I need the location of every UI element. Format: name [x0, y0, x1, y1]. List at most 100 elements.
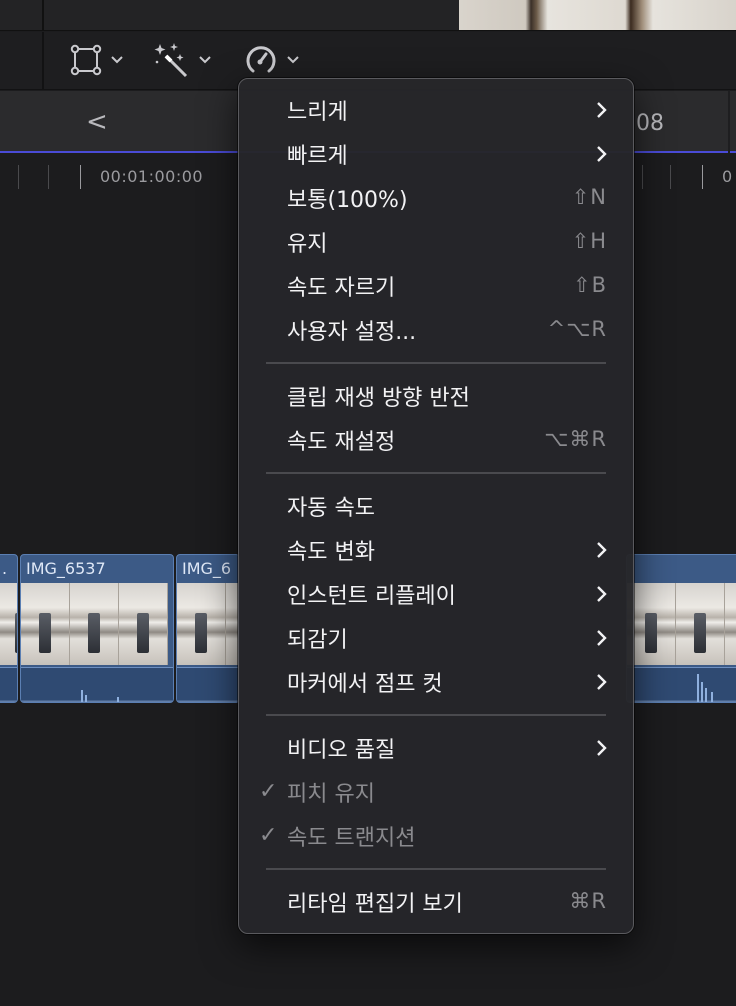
menu-separator: [239, 462, 633, 484]
ruler-timecode: 00:01:00:00: [100, 167, 204, 186]
menu-item-slow[interactable]: 느리게: [239, 88, 633, 132]
menu-item-shortcut: ⌥⌘R: [544, 427, 607, 451]
menu-item-label: 사용자 설정...: [287, 320, 417, 345]
transform-tool-button[interactable]: [70, 42, 124, 78]
menu-item-label: 빠르게: [287, 144, 348, 169]
menu-item-label: 유지: [287, 232, 328, 257]
panel-divider: [42, 32, 44, 90]
menu-item-label: 속도 자르기: [287, 276, 396, 301]
ruler-tick-major: [702, 165, 703, 189]
speedometer-icon: [246, 46, 276, 73]
timeline-clip[interactable]: [626, 554, 736, 703]
menu-item-fast[interactable]: 빠르게: [239, 132, 633, 176]
menu-item-shortcut: ⌘R: [569, 889, 607, 913]
panel-divider: [42, 0, 44, 31]
transform-icon: [70, 44, 102, 76]
menu-item-reset-speed[interactable]: 속도 재설정 ⌥⌘R: [239, 418, 633, 462]
chevron-right-icon: [597, 102, 607, 118]
menu-item-video-quality[interactable]: 비디오 품질: [239, 726, 633, 770]
clip-filmstrip: [21, 583, 173, 665]
menu-item-label: 마커에서 점프 컷: [287, 672, 443, 697]
clip-audio-waveform: [21, 667, 173, 702]
clip-filmstrip: [177, 583, 239, 665]
menu-item-reverse-clip[interactable]: 클립 재생 방향 반전: [239, 374, 633, 418]
chevron-down-icon: [111, 56, 123, 64]
clip-frame: [0, 583, 17, 665]
ruler-tick: [48, 165, 49, 189]
clip-frame: [627, 583, 676, 665]
menu-separator: [239, 704, 633, 726]
menu-item-jump-cut-at-markers[interactable]: 마커에서 점프 컷: [239, 660, 633, 704]
menu-item-shortcut: ^⌥R: [547, 317, 607, 341]
timeline-clip[interactable]: IMG_6537: [20, 554, 174, 703]
timeline-clip[interactable]: .: [0, 554, 18, 703]
menu-item-show-retime-editor[interactable]: 리타임 편집기 보기 ⌘R: [239, 880, 633, 924]
chevron-right-icon: [597, 630, 607, 646]
menu-separator: [239, 858, 633, 880]
clip-audio-waveform: [177, 667, 239, 702]
menu-item-normal-speed[interactable]: 보통(100%) ⇧N: [239, 176, 633, 220]
viewer-image: [459, 0, 736, 30]
ruler-tick-major: [80, 165, 81, 189]
timeline-timecode-label: 08: [636, 111, 664, 136]
menu-item-label: 클립 재생 방향 반전: [287, 386, 470, 411]
menu-item-shortcut: ⇧B: [572, 273, 607, 297]
clip-filmstrip: [0, 583, 17, 665]
menu-item-custom[interactable]: 사용자 설정... ^⌥R: [239, 308, 633, 352]
clip-audio-waveform: [0, 667, 17, 702]
magic-wand-icon: [154, 43, 188, 78]
menu-item-blade-speed[interactable]: 속도 자르기 ⇧B: [239, 264, 633, 308]
chevron-right-icon: [597, 740, 607, 756]
menu-item-instant-replay[interactable]: 인스턴트 리플레이: [239, 572, 633, 616]
viewer-bottom-edge: [0, 0, 736, 31]
chevron-right-icon: [597, 586, 607, 602]
menu-item-label: 비디오 품질: [287, 738, 396, 763]
chevron-right-icon: [597, 674, 607, 690]
menu-item-rewind[interactable]: 되감기: [239, 616, 633, 660]
nav-divider: [728, 91, 730, 153]
ruler-tick: [642, 165, 643, 189]
retime-tool-button[interactable]: [244, 42, 300, 78]
menu-item-label: 속도 재설정: [287, 430, 396, 455]
clip-frame: [177, 583, 226, 665]
menu-item-hold[interactable]: 유지 ⇧H: [239, 220, 633, 264]
menu-item-automatic-speed[interactable]: 자동 속도: [239, 484, 633, 528]
clip-audio-waveform: [627, 667, 736, 702]
timeline-clip[interactable]: IMG_6: [176, 554, 240, 703]
chevron-down-icon: [287, 56, 299, 64]
menu-item-label: 속도 트랜지션: [287, 826, 416, 851]
clip-frame: [119, 583, 168, 665]
menu-item-shortcut: ⇧H: [571, 229, 607, 253]
menu-item-label: 리타임 편집기 보기: [287, 892, 463, 917]
menu-item-speed-ramp[interactable]: 속도 변화: [239, 528, 633, 572]
menu-item-label: 인스턴트 리플레이: [287, 584, 456, 609]
menu-item-label: 피치 유지: [287, 782, 375, 807]
clip-label: IMG_6: [182, 559, 232, 578]
checkmark-icon: ✓: [259, 779, 278, 804]
ruler-tick: [670, 165, 671, 189]
menu-item-label: 보통(100%): [287, 188, 408, 213]
chevron-right-icon: [597, 542, 607, 558]
menu-item-label: 자동 속도: [287, 496, 375, 521]
ruler-timecode: 0: [722, 167, 733, 186]
menu-item-label: 속도 변화: [287, 540, 375, 565]
chevron-right-icon: [597, 146, 607, 162]
clip-label: .: [2, 559, 8, 578]
menu-item-speed-transitions[interactable]: ✓ 속도 트랜지션: [239, 814, 633, 858]
menu-item-preserve-pitch[interactable]: ✓ 피치 유지: [239, 770, 633, 814]
menu-item-label: 되감기: [287, 628, 348, 653]
menu-item-label: 느리게: [287, 100, 348, 125]
menu-separator: [239, 352, 633, 374]
enhance-tool-button[interactable]: [154, 42, 212, 78]
back-button[interactable]: <: [86, 107, 108, 137]
ruler-tick: [18, 165, 19, 189]
checkmark-icon: ✓: [259, 823, 278, 848]
retime-context-menu: 느리게 빠르게 보통(100%) ⇧N 유지 ⇧H 속도 자르기 ⇧B 사용자 …: [238, 78, 634, 934]
chevron-down-icon: [199, 56, 211, 64]
clip-frame: [725, 583, 736, 665]
menu-item-shortcut: ⇧N: [571, 185, 607, 209]
clip-frame: [21, 583, 70, 665]
clip-frame: [676, 583, 725, 665]
clip-filmstrip: [627, 583, 736, 665]
clip-frame: [70, 583, 119, 665]
